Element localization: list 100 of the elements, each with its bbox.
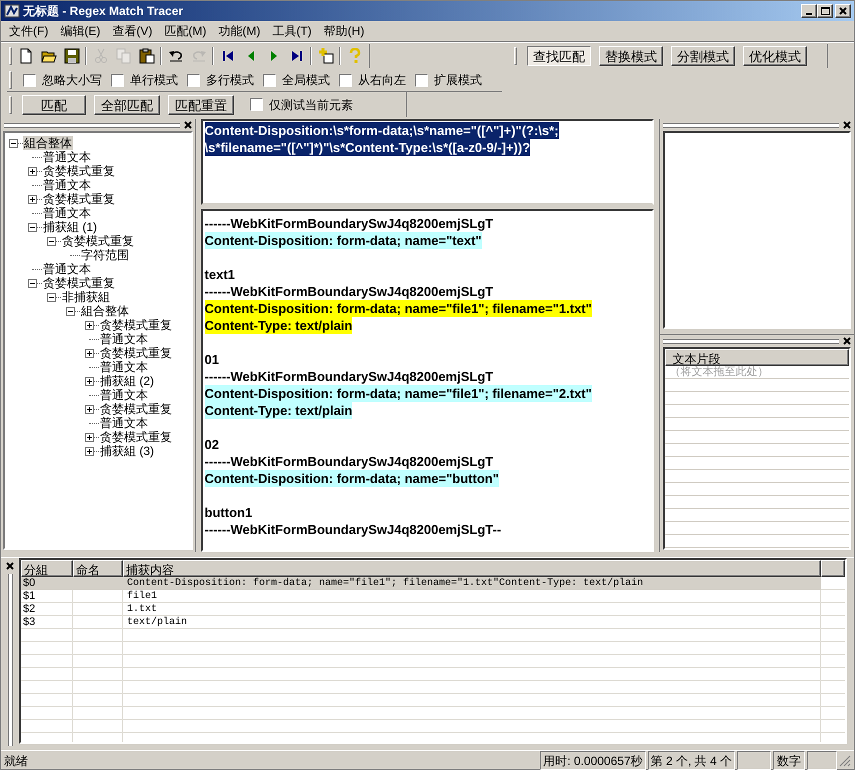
- menu-item[interactable]: 功能(M): [212, 22, 266, 40]
- tree-item[interactable]: 普通文本: [99, 332, 149, 346]
- action-button[interactable]: 匹配重置: [168, 94, 234, 114]
- menu-item[interactable]: 帮助(H): [318, 22, 370, 40]
- text-line: ------WebKitFormBoundarySwJ4q8200emjSLgT: [204, 368, 494, 385]
- tree-item[interactable]: 普通文本: [99, 360, 149, 374]
- mode-button[interactable]: 查找匹配: [527, 46, 591, 66]
- tree-item[interactable]: 捕获組 (2): [99, 374, 155, 388]
- text-line: ------WebKitFormBoundarySwJ4q8200emjSLgT: [204, 215, 494, 232]
- option-label: 多行模式: [206, 72, 254, 89]
- checkbox[interactable]: [23, 74, 36, 86]
- undo-icon: [168, 48, 184, 64]
- window-title: 无标题 - Regex Match Tracer: [23, 3, 184, 20]
- option-label: 扩展模式: [434, 72, 482, 89]
- copy-icon: [116, 48, 132, 64]
- text-line: 01: [204, 351, 220, 368]
- scissors-icon: [92, 48, 108, 64]
- panel-grip[interactable]: [663, 338, 840, 344]
- add-page-icon: [318, 48, 334, 64]
- close-button[interactable]: [835, 4, 851, 18]
- regex-text: Content-Disposition:\s*form-data;\s*name="([^"]+)"(?:\s*;: [204, 122, 559, 139]
- checkbox[interactable]: [415, 74, 428, 86]
- regex-editor[interactable]: Content-Disposition:\s*form-data;\s*name="([^"]+)"(?:\s*; \s*filename="([^"]*)"\s*Content-Type:\s*([a-z0-9/-]+))?: [200, 119, 654, 205]
- tree-item[interactable]: 贪婪模式重复: [99, 346, 173, 360]
- column-header[interactable]: 命名: [73, 560, 123, 577]
- maximize-button[interactable]: [817, 4, 833, 18]
- column-header[interactable]: [821, 560, 845, 577]
- resize-grip-icon: [839, 754, 851, 766]
- minimize-button[interactable]: [801, 4, 817, 18]
- column-header[interactable]: 捕获内容: [123, 560, 821, 577]
- checkbox[interactable]: [250, 98, 263, 111]
- column-header[interactable]: 文本片段: [665, 349, 850, 366]
- action-button[interactable]: 全部匹配: [94, 94, 160, 114]
- result-row[interactable]: $3 text/plain: [21, 616, 821, 629]
- panel-grip[interactable]: [663, 122, 840, 128]
- clipboard-icon: [138, 48, 154, 64]
- tree-item[interactable]: 非捕获組: [61, 290, 111, 304]
- toolbar-grip[interactable]: [9, 71, 12, 89]
- tree-item[interactable]: 贪婪模式重复: [99, 318, 173, 332]
- tree-item[interactable]: 贪婪模式重复: [42, 276, 116, 290]
- action-button[interactable]: 匹配: [22, 94, 86, 114]
- checkbox[interactable]: [187, 74, 200, 86]
- redo-icon: [190, 48, 206, 64]
- minimize-icon: [806, 13, 812, 15]
- tree-item[interactable]: 組合整体: [80, 304, 130, 318]
- tree-item[interactable]: 普通文本: [42, 262, 92, 276]
- tree-item[interactable]: 組合整体: [23, 136, 73, 150]
- panel-grip[interactable]: [4, 122, 180, 128]
- close-icon: [843, 121, 852, 129]
- checkbox[interactable]: [263, 74, 276, 86]
- mode-button[interactable]: 替换模式: [599, 46, 663, 66]
- app-icon: [4, 3, 20, 19]
- test-text-editor[interactable]: [200, 209, 654, 552]
- toolbar-grip[interactable]: [514, 47, 517, 65]
- menu-item[interactable]: 编辑(E): [54, 22, 106, 40]
- table-cell-text: text/plain: [126, 616, 188, 629]
- result-row[interactable]: $1 file1: [21, 590, 821, 603]
- tree-item[interactable]: 普通文本: [42, 206, 92, 220]
- menu-item[interactable]: 查看(V): [106, 22, 158, 40]
- option-label: 单行模式: [130, 72, 178, 89]
- tree-item[interactable]: 贪婪模式重复: [42, 192, 116, 206]
- result-row[interactable]: $2 1.txt: [21, 603, 821, 616]
- table-cell-text: $2: [22, 603, 36, 616]
- text-line: ------WebKitFormBoundarySwJ4q8200emjSLgT--: [204, 521, 502, 538]
- text-line: text1: [204, 266, 235, 283]
- tree-item[interactable]: 普通文本: [42, 178, 92, 192]
- option-label: 忽略大小写: [42, 72, 102, 89]
- option-label: 全局模式: [282, 72, 330, 89]
- tree-item[interactable]: 贪婪模式重复: [99, 402, 173, 416]
- toolbar-grip[interactable]: [9, 47, 12, 65]
- toolbar-grip[interactable]: [9, 96, 12, 114]
- mode-button[interactable]: 分割模式: [671, 46, 735, 66]
- result-row[interactable]: $0 Content-Disposition: form-data; name="file1"; filename="1.txt"Content-Type: text/plain: [21, 577, 821, 590]
- panel-grip[interactable]: [8, 574, 12, 746]
- text-line: ------WebKitFormBoundarySwJ4q8200emjSLgT: [204, 283, 494, 300]
- menu-item[interactable]: 文件(F): [3, 22, 54, 40]
- text-line: button1: [204, 504, 252, 521]
- mode-button[interactable]: 优化模式: [743, 46, 807, 66]
- tree-item[interactable]: 贪婪模式重复: [61, 234, 135, 248]
- menu-item[interactable]: 工具(T): [266, 22, 318, 40]
- checkbox[interactable]: [111, 74, 124, 86]
- tree-item[interactable]: 捕获組 (3): [99, 444, 155, 458]
- close-icon: [839, 7, 847, 15]
- regex-text: \s*filename="([^"]*)"\s*Content-Type:\s*([a-z0-9/-]+))?: [204, 139, 530, 156]
- text-line: ------WebKitFormBoundarySwJ4q8200emjSLgT: [204, 453, 494, 470]
- status-panel: 数字: [773, 751, 805, 770]
- table-cell-text: 1.txt: [126, 603, 158, 616]
- tree-item[interactable]: 捕获組 (1): [42, 220, 98, 234]
- table-cell-text: file1: [126, 590, 158, 603]
- tree-item[interactable]: 普通文本: [99, 416, 149, 430]
- tree-item[interactable]: 贪婪模式重复: [99, 430, 173, 444]
- tree-item[interactable]: 字符范围: [80, 248, 130, 262]
- status-panel: 第 2 个, 共 4 个: [648, 751, 735, 770]
- column-header[interactable]: 分組: [21, 560, 73, 577]
- tree-item[interactable]: 贪婪模式重复: [42, 164, 116, 178]
- option-label: 从右向左: [358, 72, 406, 89]
- checkbox[interactable]: [339, 74, 352, 86]
- tree-item[interactable]: 普通文本: [99, 388, 149, 402]
- tree-item[interactable]: 普通文本: [42, 150, 92, 164]
- menu-item[interactable]: 匹配(M): [158, 22, 212, 40]
